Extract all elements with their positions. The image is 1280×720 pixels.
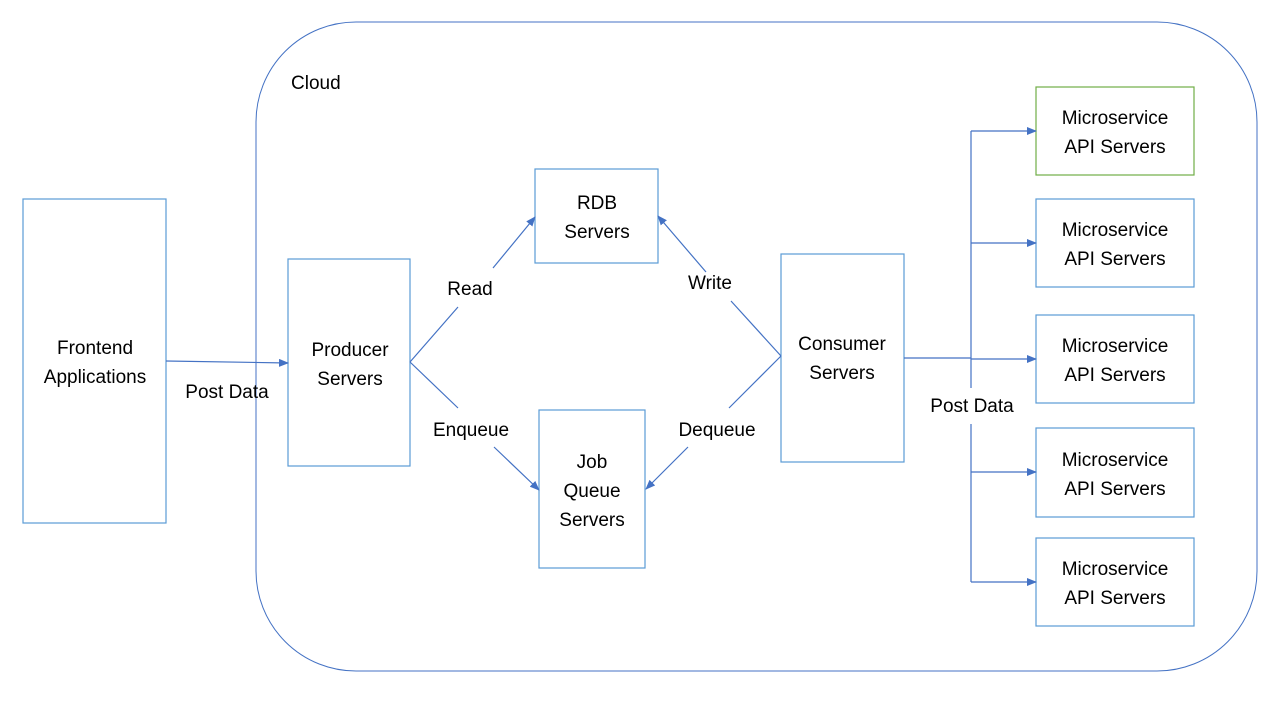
microservice-2-label-2: API Servers [1064, 249, 1165, 270]
microservice-2-label-1: Microservice [1062, 220, 1169, 241]
microservice-box-1 [1035, 86, 1195, 176]
job-queue-label-3: Servers [559, 510, 624, 531]
producer-label-2: Servers [317, 369, 382, 390]
microservice-4-label-2: API Servers [1064, 479, 1165, 500]
consumer-label-2: Servers [809, 363, 874, 384]
microservice-5-label-2: API Servers [1064, 588, 1165, 609]
consumer-label-1: Consumer [798, 334, 886, 355]
edge-consumer-bus [904, 131, 972, 582]
microservice-1-label-1: Microservice [1062, 108, 1169, 129]
microservice-1-label-2: API Servers [1064, 137, 1165, 158]
microservice-3-label-2: API Servers [1064, 365, 1165, 386]
job-queue-label-2: Queue [563, 481, 620, 502]
job-queue-label-1: Job [577, 452, 608, 473]
microservice-box-2 [1035, 198, 1195, 288]
producer-label-1: Producer [311, 340, 389, 361]
edge-label-consumer-post: Post Data [930, 396, 1014, 417]
microservice-box-5 [1035, 537, 1195, 627]
rdb-box [534, 168, 659, 264]
edge-label-write: Write [688, 273, 732, 294]
frontend-label-2: Applications [44, 367, 146, 388]
frontend-label-1: Frontend [57, 338, 133, 359]
rdb-label-2: Servers [564, 222, 629, 243]
microservice-5-label-1: Microservice [1062, 559, 1169, 580]
rdb-label-1: RDB [577, 193, 617, 214]
edge-label-read: Read [447, 279, 492, 300]
cloud-label: Cloud [291, 73, 341, 94]
edge-label-enqueue: Enqueue [433, 420, 509, 441]
frontend-box [22, 198, 167, 524]
microservice-box-4 [1035, 427, 1195, 518]
microservice-3-label-1: Microservice [1062, 336, 1169, 357]
microservice-4-label-1: Microservice [1062, 450, 1169, 471]
producer-box [287, 258, 411, 467]
edge-label-frontend-post: Post Data [185, 382, 269, 403]
edge-frontend-producer [165, 358, 289, 367]
edge-label-dequeue: Dequeue [678, 420, 755, 441]
microservice-box-3 [1035, 314, 1195, 404]
consumer-box [780, 253, 905, 463]
architecture-diagram: Cloud Frontend Applications Producer Ser… [22, 21, 1258, 672]
